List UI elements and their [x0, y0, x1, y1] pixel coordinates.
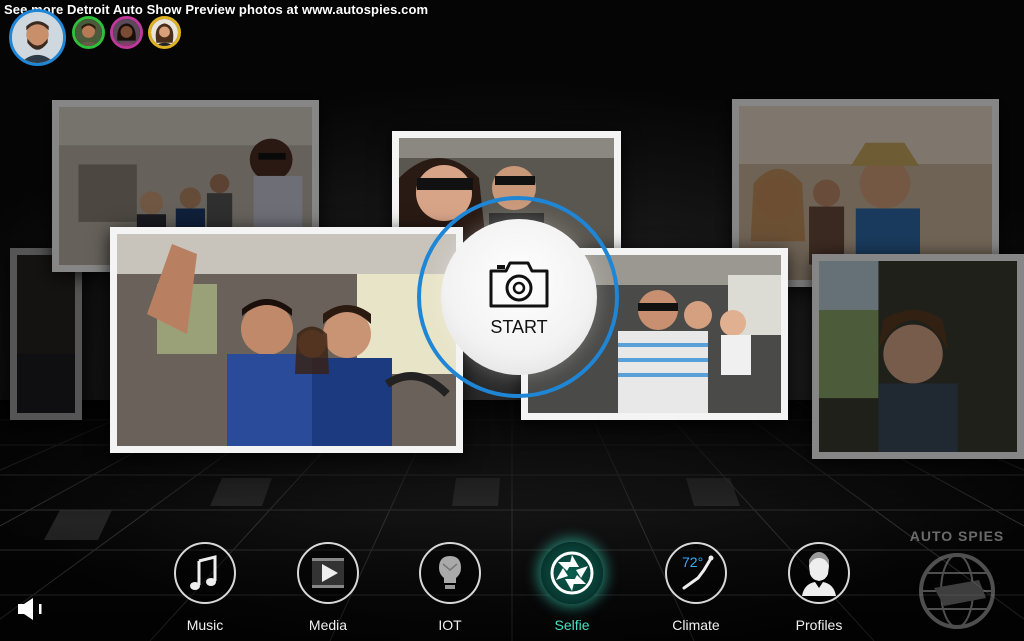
person-profile-icon: [802, 552, 836, 596]
nav-climate-button[interactable]: 72° Climate: [656, 542, 736, 637]
start-selfie-button[interactable]: START: [441, 219, 597, 375]
selfie-photo-woman-window[interactable]: [812, 254, 1024, 459]
watermark-text: See more Detroit Auto Show Preview photo…: [4, 2, 429, 17]
nav-selfie-circle: [541, 542, 603, 604]
camera-icon: [489, 261, 549, 308]
globe-logo-icon: [919, 553, 995, 629]
lightbulb-icon: [439, 556, 461, 589]
user-face-icon: [151, 19, 178, 46]
profile-avatar-3[interactable]: [110, 16, 143, 49]
climate-seat-icon: 72°: [682, 554, 714, 590]
nav-profiles-circle: [788, 542, 850, 604]
nav-profiles-label: Profiles: [795, 617, 843, 633]
nav-music-label: Music: [186, 617, 224, 633]
nav-media-circle: [297, 542, 359, 604]
music-note-icon: [190, 555, 217, 590]
camera-aperture-icon: [550, 551, 594, 595]
play-media-icon: [312, 558, 344, 588]
profile-avatar-4[interactable]: [148, 16, 181, 49]
nav-climate-circle: 72°: [665, 542, 727, 604]
user-face-icon: [12, 12, 63, 63]
nav-music-button[interactable]: Music: [165, 542, 245, 637]
nav-profiles-button[interactable]: Profiles: [779, 542, 859, 637]
selfie-app-screen: See more Detroit Auto Show Preview photo…: [0, 0, 1024, 641]
nav-selfie-button[interactable]: Selfie: [532, 542, 612, 637]
speaker-icon[interactable]: [16, 596, 46, 622]
nav-climate-label: Climate: [672, 617, 720, 633]
profile-avatar-2[interactable]: [72, 16, 105, 49]
nav-music-circle: [174, 542, 236, 604]
nav-selfie-label: Selfie: [554, 617, 590, 633]
start-label: START: [490, 317, 548, 337]
autospies-logo: AUTO SPIES: [894, 528, 1020, 636]
user-face-icon: [75, 19, 102, 46]
nav-iot-circle: [419, 542, 481, 604]
climate-temperature: 72°: [682, 554, 703, 570]
selfie-photo-friends-front-seat[interactable]: [110, 227, 463, 453]
nav-iot-label: IOT: [438, 617, 462, 633]
nav-media-label: Media: [308, 617, 348, 633]
nav-media-button[interactable]: Media: [288, 542, 368, 637]
user-face-icon: [113, 19, 140, 46]
selfie-photo-far-left[interactable]: [10, 248, 82, 420]
nav-iot-button[interactable]: IOT: [410, 542, 490, 637]
profile-avatar-main[interactable]: [9, 9, 66, 66]
